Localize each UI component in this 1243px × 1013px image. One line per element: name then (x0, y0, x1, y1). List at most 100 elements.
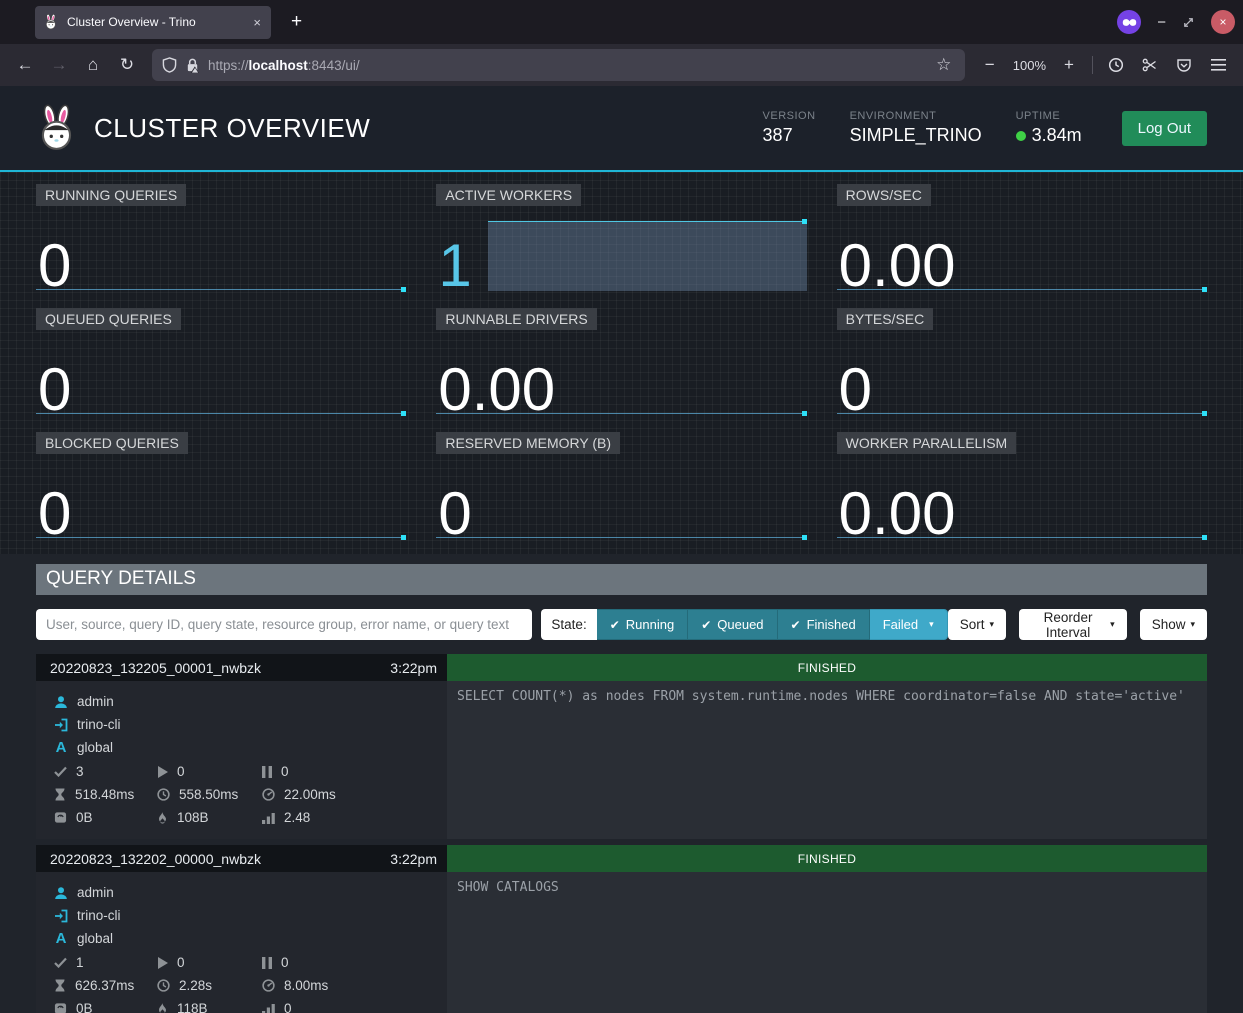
state-filter-label: State: (541, 609, 596, 640)
reload-icon[interactable]: ↻ (112, 50, 142, 80)
resource-group-icon: A (54, 930, 68, 947)
current-memory: 0B (76, 810, 93, 825)
forward-icon[interactable]: → (44, 50, 74, 80)
browser-tab[interactable]: Cluster Overview - Trino × (35, 6, 271, 39)
rows-per-sec: 2.48 (284, 810, 310, 825)
elapsed-time: 558.50ms (179, 787, 238, 802)
cpu-time: 8.00ms (284, 978, 328, 993)
query-filter-input[interactable] (36, 609, 532, 640)
queued-splits: 0 (281, 764, 289, 779)
cpu-time: 22.00ms (284, 787, 336, 802)
elapsed-time: 2.28s (179, 978, 212, 993)
chevron-down-icon: ▾ (989, 619, 994, 630)
completed-splits: 1 (76, 955, 84, 970)
completed-splits: 3 (76, 764, 84, 779)
window-restore-button[interactable] (1182, 16, 1195, 29)
fire-icon (157, 1002, 168, 1013)
query-user: admin (77, 885, 114, 900)
panel-label: WORKER PARALLELISM (837, 432, 1017, 454)
state-running-button[interactable]: ✔Running (597, 609, 689, 640)
query-id-link[interactable]: 20220823_132202_00000_nwbzk (36, 851, 390, 867)
sparkline-endpoint (1202, 411, 1207, 416)
show-dropdown[interactable]: Show▾ (1140, 609, 1207, 640)
new-tab-button[interactable]: + (285, 11, 308, 33)
shield-icon[interactable] (162, 57, 177, 73)
running-splits: 0 (177, 955, 185, 970)
query-row: 20220823_132205_00001_nwbzk 3:22pm FINIS… (36, 654, 1207, 839)
sort-dropdown[interactable]: Sort▾ (948, 609, 1006, 640)
query-sql-text: SELECT COUNT(*) as nodes FROM system.run… (447, 681, 1207, 839)
state-failed-dropdown[interactable]: Failed▾ (870, 609, 948, 640)
query-time: 3:22pm (390, 660, 447, 676)
bookmark-star-icon[interactable]: ☆ (933, 50, 955, 80)
query-details-title: QUERY DETAILS (36, 564, 1207, 595)
reorder-interval-dropdown[interactable]: Reorder Interval▾ (1019, 609, 1127, 640)
cumulative-memory: 118B (177, 1001, 208, 1013)
panel-label: ACTIVE WORKERS (436, 184, 581, 206)
toolbar-separator (1092, 56, 1093, 74)
query-row: 20220823_132202_00000_nwbzk 3:22pm FINIS… (36, 845, 1207, 1013)
back-icon[interactable]: ← (10, 50, 40, 80)
zoom-out-button[interactable]: − (975, 50, 1005, 80)
query-details-section: QUERY DETAILS State: ✔Running ✔Queued ✔F… (0, 554, 1243, 1013)
lock-warning-icon[interactable] (185, 57, 200, 73)
window-close-button[interactable]: × (1211, 10, 1235, 34)
sparkline-endpoint (1202, 287, 1207, 292)
home-icon[interactable]: ⌂ (78, 50, 108, 80)
sparkline-endpoint (401, 535, 406, 540)
panel-value: 0 (38, 484, 71, 544)
pocket-icon[interactable] (1169, 50, 1199, 80)
gauge-icon (262, 979, 275, 992)
query-id-bar: 20220823_132205_00001_nwbzk 3:22pm (36, 654, 447, 681)
chart-bars-icon (262, 1003, 275, 1013)
version-value: 387 (763, 125, 816, 146)
check-icon (54, 766, 67, 777)
query-id-bar: 20220823_132202_00000_nwbzk 3:22pm (36, 845, 447, 872)
zoom-level[interactable]: 100% (1009, 58, 1050, 73)
hourglass-icon (54, 979, 66, 992)
state-finished-button[interactable]: ✔Finished (778, 609, 870, 640)
play-icon (157, 766, 168, 778)
zoom-in-button[interactable]: + (1054, 50, 1084, 80)
url-bar[interactable]: https://localhost:8443/ui/ ☆ (152, 49, 965, 81)
environment-label: ENVIRONMENT (850, 110, 982, 122)
sparkline-endpoint (401, 287, 406, 292)
panel-runnable-drivers: RUNNABLE DRIVERS 0.00 (436, 308, 806, 420)
panel-label: RUNNING QUERIES (36, 184, 186, 206)
private-browsing-icon (1117, 10, 1141, 34)
sparkline-endpoint (802, 219, 807, 224)
state-queued-button[interactable]: ✔Queued (688, 609, 777, 640)
query-id-link[interactable]: 20220823_132205_00001_nwbzk (36, 660, 390, 676)
screenshot-scissors-icon[interactable] (1135, 50, 1165, 80)
tab-title: Cluster Overview - Trino (67, 15, 243, 29)
sparkline (837, 413, 1207, 414)
pause-icon (262, 957, 272, 969)
chevron-down-icon: ▾ (1190, 619, 1195, 630)
version-stat: VERSION 387 (763, 110, 816, 146)
sparkline-area (488, 221, 806, 291)
sparkline (436, 537, 806, 538)
menu-hamburger-icon[interactable] (1203, 50, 1233, 80)
panel-label: RESERVED MEMORY (B) (436, 432, 620, 454)
panel-label: BYTES/SEC (837, 308, 934, 330)
log-in-icon (54, 909, 68, 923)
cumulative-memory: 108B (177, 810, 209, 825)
tab-close-icon[interactable]: × (251, 15, 263, 30)
query-sql-text: SHOW CATALOGS (447, 872, 1207, 1013)
panel-reserved-memory: RESERVED MEMORY (B) 0 (436, 432, 806, 544)
app-header: CLUSTER OVERVIEW VERSION 387 ENVIRONMENT… (0, 86, 1243, 172)
panel-value: 0 (438, 484, 471, 544)
history-clock-icon[interactable] (1101, 50, 1131, 80)
panel-value: 0 (38, 236, 71, 296)
check-icon: ✔ (610, 618, 620, 632)
chevron-down-icon: ▾ (1110, 619, 1115, 630)
clock-icon (157, 788, 170, 801)
logout-button[interactable]: Log Out (1122, 111, 1207, 146)
gauge-icon (262, 788, 275, 801)
panel-value: 0 (38, 360, 71, 420)
user-icon (54, 695, 68, 709)
window-minimize-button[interactable]: − (1157, 14, 1166, 31)
clock-icon (157, 979, 170, 992)
rows-per-sec: 0 (284, 1001, 292, 1013)
url-text[interactable]: https://localhost:8443/ui/ (208, 58, 925, 73)
